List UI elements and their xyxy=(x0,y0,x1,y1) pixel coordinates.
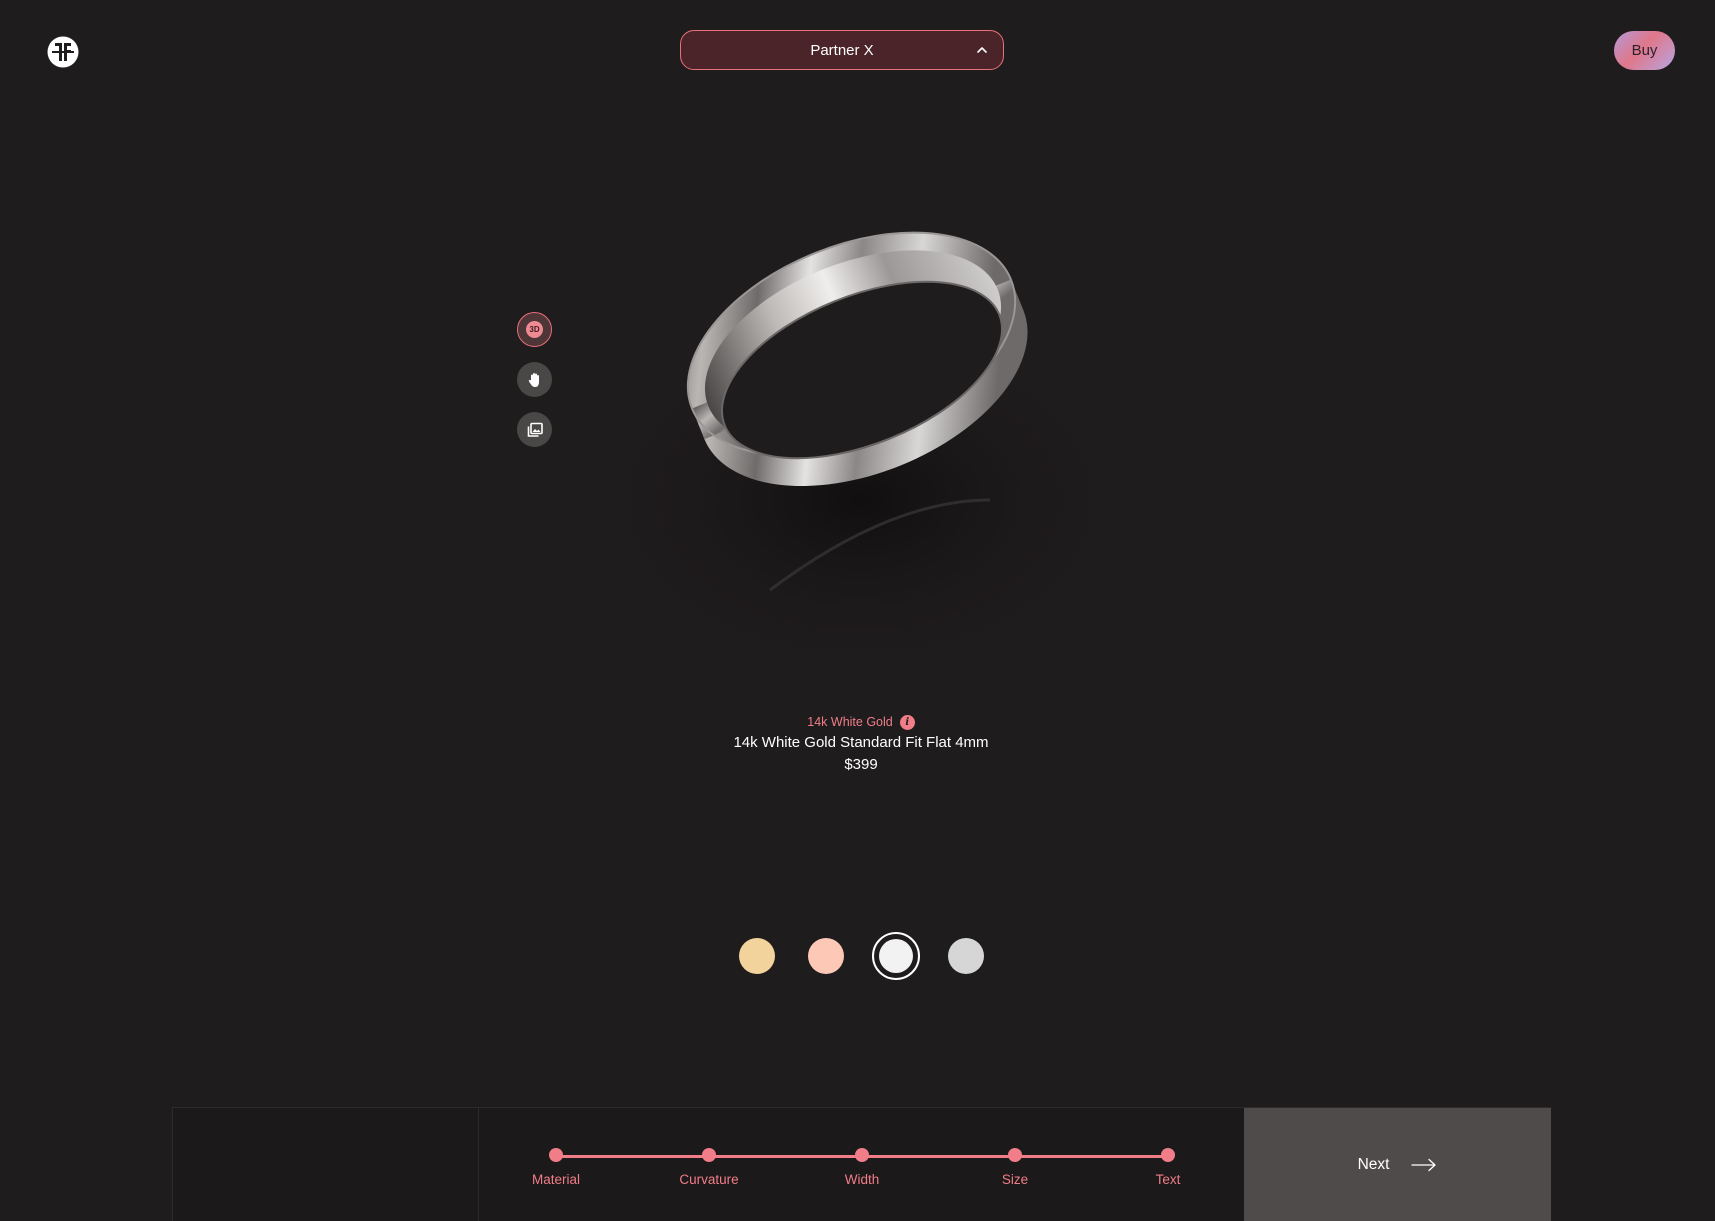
gallery-icon xyxy=(527,422,543,437)
step-curvature[interactable]: Curvature xyxy=(659,1148,759,1187)
next-button[interactable]: Next xyxy=(1244,1108,1551,1221)
step-dot xyxy=(549,1148,563,1162)
buy-button[interactable]: Buy xyxy=(1614,31,1675,70)
step-dot xyxy=(855,1148,869,1162)
swatch-yellow-gold[interactable] xyxy=(739,938,775,974)
material-label: 14k White Gold xyxy=(807,715,893,729)
swatch-white-gold[interactable] xyxy=(872,932,920,980)
step-label: Material xyxy=(531,1172,580,1187)
bottom-bar: Material Curvature Width Size Text Next xyxy=(172,1107,1551,1221)
info-icon[interactable]: i xyxy=(899,714,915,730)
brand-logo[interactable] xyxy=(46,35,80,69)
swatch-platinum[interactable] xyxy=(948,938,984,974)
partner-select-value: Partner X xyxy=(810,41,874,59)
step-size[interactable]: Size xyxy=(965,1148,1065,1187)
progress-stepper: Material Curvature Width Size Text xyxy=(479,1108,1246,1221)
swatch-rose-gold[interactable] xyxy=(808,938,844,974)
step-material[interactable]: Material xyxy=(506,1148,606,1187)
bottom-left-panel xyxy=(173,1108,479,1221)
product-price: $399 xyxy=(844,756,878,773)
gallery-button[interactable] xyxy=(517,412,552,447)
step-dot xyxy=(1161,1148,1175,1162)
material-line: 14k White Gold i xyxy=(600,712,1122,732)
3d-view-button[interactable]: 3D xyxy=(517,312,552,347)
step-label: Width xyxy=(844,1172,880,1187)
3d-icon: 3D xyxy=(526,321,543,338)
ring-3d-viewer[interactable] xyxy=(560,170,1160,710)
step-dot xyxy=(1008,1148,1022,1162)
swatch-white-gold-fill xyxy=(879,939,913,973)
step-label: Text xyxy=(1155,1172,1181,1187)
step-text[interactable]: Text xyxy=(1118,1148,1218,1187)
step-dot xyxy=(702,1148,716,1162)
step-label: Size xyxy=(1001,1172,1029,1187)
step-width[interactable]: Width xyxy=(812,1148,912,1187)
product-name: 14k White Gold Standard Fit Flat 4mm xyxy=(733,734,989,751)
step-label: Curvature xyxy=(679,1172,739,1187)
next-button-label: Next xyxy=(1357,1155,1390,1173)
hand-icon xyxy=(528,372,539,387)
partner-select[interactable]: Partner X xyxy=(680,30,1004,70)
view-mode-toolbar: 3D xyxy=(517,312,553,462)
chevron-up-icon xyxy=(977,47,987,53)
ring-configurator-page: Partner X Buy 3D 14k White Gold i 14k Wh… xyxy=(0,0,1715,1221)
product-info: 14k White Gold i 14k White Gold Standard… xyxy=(600,712,1122,778)
hand-rotate-button[interactable] xyxy=(517,362,552,397)
buy-button-label: Buy xyxy=(1631,42,1658,59)
arrow-right-icon xyxy=(1411,1158,1437,1171)
